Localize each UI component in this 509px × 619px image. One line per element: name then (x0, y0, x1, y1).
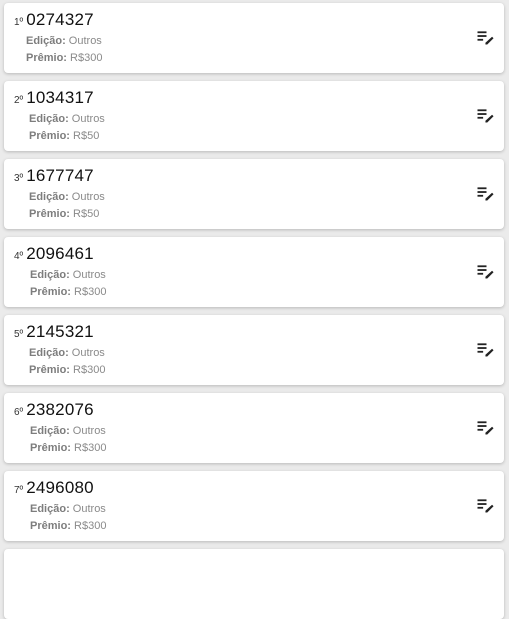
ticket-number: 2096461 (26, 244, 94, 263)
prize-value: R$300 (74, 520, 107, 532)
ticket-number: 2496080 (26, 478, 94, 497)
edition-row: Edição: Outros (29, 111, 105, 128)
edition-value: Outros (71, 191, 105, 203)
rank-label: 3º (14, 173, 24, 184)
edition-row: Edição: Outros (29, 345, 105, 362)
edition-value: Outros (71, 113, 105, 125)
prize-value: R$300 (70, 52, 103, 64)
result-details: Edição: Outros Prêmio: R$300 (30, 423, 106, 457)
edition-label: Edição: (30, 503, 70, 515)
prize-label: Prêmio: (26, 52, 67, 64)
edition-row: Edição: Outros (30, 501, 106, 518)
prize-row: Prêmio: R$300 (26, 50, 102, 67)
result-header: 2º 1034317 (14, 88, 94, 108)
ticket-number: 2382076 (26, 400, 94, 419)
result-header: 5º 2145321 (14, 322, 94, 342)
edition-label: Edição: (26, 35, 66, 47)
rank-label: 2º (14, 95, 24, 106)
result-details: Edição: Outros Prêmio: R$300 (29, 345, 105, 379)
edition-row: Edição: Outros (26, 33, 102, 50)
edition-value: Outros (72, 503, 106, 515)
result-card: 2º 1034317 Edição: Outros Prêmio: R$50 (4, 81, 504, 151)
prize-label: Prêmio: (29, 364, 70, 376)
result-details: Edição: Outros Prêmio: R$300 (26, 33, 102, 67)
prize-row: Prêmio: R$300 (30, 518, 106, 535)
rank-label: 1º (14, 17, 24, 28)
prize-row: Prêmio: R$300 (30, 284, 106, 301)
edition-row: Edição: Outros (29, 189, 105, 206)
prize-label: Prêmio: (29, 130, 70, 142)
prize-value: R$300 (74, 286, 107, 298)
ticket-number: 2145321 (26, 322, 94, 341)
edit-list-icon[interactable] (476, 184, 494, 202)
edition-label: Edição: (29, 191, 69, 203)
edit-list-icon[interactable] (476, 418, 494, 436)
rank-label: 7º (14, 485, 24, 496)
prize-label: Prêmio: (30, 442, 71, 454)
edit-list-icon[interactable] (476, 262, 494, 280)
edition-value: Outros (71, 347, 105, 359)
prize-row: Prêmio: R$50 (29, 128, 105, 145)
prize-label: Prêmio: (29, 208, 70, 220)
rank-label: 4º (14, 251, 24, 262)
result-card: 3º 1677747 Edição: Outros Prêmio: R$50 (4, 159, 504, 229)
rank-label: 6º (14, 407, 24, 418)
edition-value: Outros (72, 425, 106, 437)
prize-row: Prêmio: R$50 (29, 206, 105, 223)
result-details: Edição: Outros Prêmio: R$50 (29, 111, 105, 145)
result-details: Edição: Outros Prêmio: R$300 (30, 501, 106, 535)
result-header: 4º 2096461 (14, 244, 94, 264)
edit-list-icon[interactable] (476, 340, 494, 358)
edition-label: Edição: (30, 269, 70, 281)
edition-label: Edição: (29, 347, 69, 359)
edition-row: Edição: Outros (30, 423, 106, 440)
edit-list-icon[interactable] (476, 106, 494, 124)
result-header: 1º 0274327 (14, 10, 94, 30)
result-header: 7º 2496080 (14, 478, 94, 498)
edit-list-icon[interactable] (476, 28, 494, 46)
prize-value: R$50 (73, 130, 100, 142)
rank-label: 5º (14, 329, 24, 340)
result-details: Edição: Outros Prêmio: R$50 (29, 189, 105, 223)
edition-row: Edição: Outros (30, 267, 106, 284)
result-card: 4º 2096461 Edição: Outros Prêmio: R$300 (4, 237, 504, 307)
prize-value: R$50 (73, 208, 100, 220)
prize-value: R$300 (73, 364, 106, 376)
result-card (4, 549, 504, 619)
edition-label: Edição: (29, 113, 69, 125)
prize-row: Prêmio: R$300 (30, 440, 106, 457)
prize-label: Prêmio: (30, 286, 71, 298)
result-card: 6º 2382076 Edição: Outros Prêmio: R$300 (4, 393, 504, 463)
result-card: 1º 0274327 Edição: Outros Prêmio: R$300 (4, 3, 504, 73)
ticket-number: 0274327 (26, 10, 94, 29)
prize-label: Prêmio: (30, 520, 71, 532)
ticket-number: 1677747 (26, 166, 94, 185)
ticket-number: 1034317 (26, 88, 94, 107)
result-details: Edição: Outros Prêmio: R$300 (30, 267, 106, 301)
edition-value: Outros (72, 269, 106, 281)
result-header: 6º 2382076 (14, 400, 94, 420)
result-card: 5º 2145321 Edição: Outros Prêmio: R$300 (4, 315, 504, 385)
result-header: 3º 1677747 (14, 166, 94, 186)
edit-list-icon[interactable] (476, 496, 494, 514)
result-card: 7º 2496080 Edição: Outros Prêmio: R$300 (4, 471, 504, 541)
edition-value: Outros (68, 35, 102, 47)
prize-row: Prêmio: R$300 (29, 362, 105, 379)
prize-value: R$300 (74, 442, 107, 454)
edition-label: Edição: (30, 425, 70, 437)
